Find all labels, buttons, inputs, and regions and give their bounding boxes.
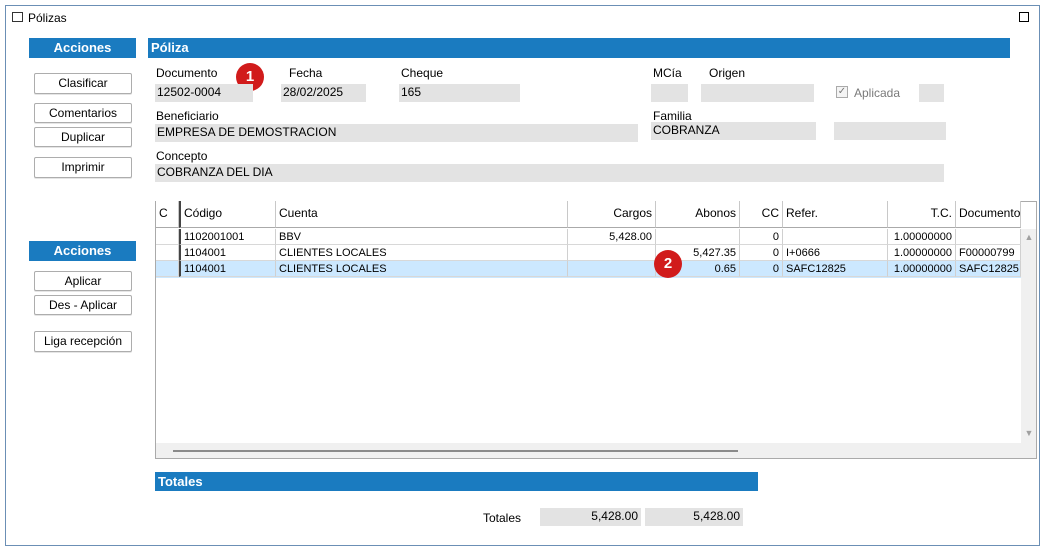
comentarios-button[interactable]: Comentarios — [34, 103, 132, 123]
col-header-abonos[interactable]: Abonos — [656, 201, 740, 228]
documento-field[interactable]: 12502-0004 — [155, 84, 253, 102]
aplicar-button[interactable]: Aplicar — [34, 271, 132, 291]
aplicada-label: Aplicada — [854, 86, 901, 100]
totales-header: Totales — [155, 472, 758, 491]
cell-codigo: 1104001 — [179, 245, 276, 261]
vertical-scrollbar[interactable] — [1021, 229, 1036, 443]
total-cargos-field: 5,428.00 — [540, 508, 641, 526]
cell-c — [156, 245, 179, 261]
table-row[interactable]: 1102001001 BBV 5,428.00 0 1.00000000 — [156, 229, 1021, 245]
mcia-label: MCía — [653, 66, 682, 80]
cell-tc: 1.00000000 — [888, 261, 956, 277]
des-aplicar-button[interactable]: Des - Aplicar — [34, 295, 132, 315]
clasificar-button[interactable]: Clasificar — [34, 73, 132, 94]
cell-cc: 0 — [740, 245, 783, 261]
concepto-field[interactable]: COBRANZA DEL DIA — [155, 164, 944, 182]
cell-cuenta: CLIENTES LOCALES — [276, 261, 568, 277]
window-title: Pólizas — [28, 11, 67, 25]
origen-label: Origen — [709, 66, 746, 80]
poliza-header: Póliza — [148, 38, 1010, 58]
cell-refer: SAFC12825 — [783, 261, 888, 277]
table-row[interactable]: 1104001 CLIENTES LOCALES 5,427.35 0 I+06… — [156, 245, 1021, 261]
col-header-codigo[interactable]: Código — [179, 201, 276, 228]
fecha-field[interactable]: 28/02/2025 — [281, 84, 366, 102]
cell-cuenta: CLIENTES LOCALES — [276, 245, 568, 261]
col-header-cc[interactable]: CC — [740, 201, 783, 228]
cell-cc: 0 — [740, 229, 783, 245]
aplicada-extra-field — [919, 84, 944, 102]
window-icon — [12, 12, 23, 22]
scroll-down-icon[interactable]: ▼ — [1024, 428, 1034, 438]
origen-field[interactable] — [701, 84, 814, 102]
cell-tc: 1.00000000 — [888, 245, 956, 261]
cell-tc: 1.00000000 — [888, 229, 956, 245]
liga-recepcion-button[interactable]: Liga recepción — [34, 331, 132, 352]
familia-extra-field — [834, 122, 946, 140]
actions-header: Acciones — [29, 38, 136, 58]
cell-codigo: 1104001 — [179, 261, 276, 277]
scroll-up-icon[interactable]: ▲ — [1024, 232, 1034, 242]
cell-abonos — [656, 229, 740, 245]
col-header-tc[interactable]: T.C. — [888, 201, 956, 228]
cheque-field[interactable]: 165 — [399, 84, 520, 102]
familia-label: Familia — [653, 109, 692, 123]
col-header-cuenta[interactable]: Cuenta — [276, 201, 568, 228]
beneficiario-field[interactable]: EMPRESA DE DEMOSTRACION — [155, 124, 638, 142]
total-abonos-field: 5,428.00 — [645, 508, 743, 526]
cell-cuenta: BBV — [276, 229, 568, 245]
duplicar-button[interactable]: Duplicar — [34, 127, 132, 147]
col-header-refer[interactable]: Refer. — [783, 201, 888, 228]
mcia-field[interactable] — [651, 84, 688, 102]
fecha-label: Fecha — [289, 66, 323, 80]
cell-cc: 0 — [740, 261, 783, 277]
beneficiario-label: Beneficiario — [156, 109, 219, 123]
familia-field[interactable]: COBRANZA — [651, 122, 816, 140]
cell-c — [156, 229, 179, 245]
actions-header-2: Acciones — [29, 241, 136, 261]
cell-codigo: 1102001001 — [179, 229, 276, 245]
cell-c — [156, 261, 179, 277]
annotation-badge-2: 2 — [654, 250, 682, 278]
col-header-documento[interactable]: Documento — [956, 201, 1021, 228]
maximize-button[interactable] — [1019, 12, 1029, 22]
totales-label: Totales — [483, 511, 522, 525]
cheque-label: Cheque — [401, 66, 444, 80]
documento-label: Documento — [156, 66, 218, 80]
cell-refer — [783, 229, 888, 245]
cell-documento: SAFC12825 — [956, 261, 1021, 277]
table-row-selected[interactable]: 1104001 CLIENTES LOCALES 0.65 0 SAFC1282… — [156, 261, 1021, 278]
cell-cargos — [568, 261, 656, 277]
cell-cargos — [568, 245, 656, 261]
cell-cargos: 5,428.00 — [568, 229, 656, 245]
concepto-label: Concepto — [156, 149, 208, 163]
cell-documento: F00000799 — [956, 245, 1021, 261]
col-header-cargos[interactable]: Cargos — [568, 201, 656, 228]
cell-refer: I+0666 — [783, 245, 888, 261]
cell-documento — [956, 229, 1021, 245]
horizontal-scroll-thumb[interactable] — [173, 450, 738, 452]
col-header-c[interactable]: C — [156, 201, 179, 228]
imprimir-button[interactable]: Imprimir — [34, 157, 132, 178]
aplicada-checkbox[interactable]: ✓ — [836, 86, 848, 98]
